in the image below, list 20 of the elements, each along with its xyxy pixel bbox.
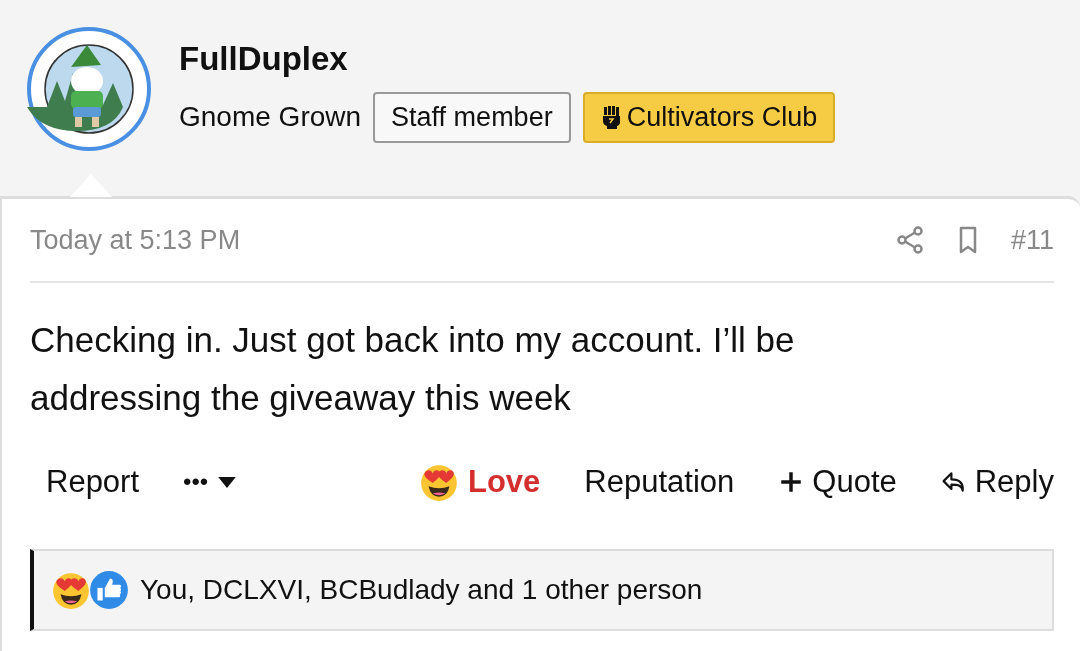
user-title: Gnome Grown [179,101,362,133]
username[interactable]: FullDuplex [179,39,836,78]
user-banner: Cultivators Club [582,91,836,143]
thumbs-up-icon [88,569,130,611]
user-banner: Staff member [373,91,571,143]
reply-icon [940,469,967,495]
reactions-bar[interactable]: You, DCLXVI, BCBudlady and 1 other person [30,549,1054,631]
report-link[interactable]: Report [46,464,140,500]
reputation-link[interactable]: Reputation [584,464,735,500]
caret-icon [218,476,237,488]
reply-link[interactable]: Reply [940,464,1054,500]
more-menu[interactable]: ••• [183,468,237,496]
post-text: Checking in. Just got back into my account. I’ll be addressing the giveaway this week [30,319,796,419]
reactions-summary[interactable]: You, DCLXVI, BCBudlady and 1 other person [140,574,703,606]
post-number[interactable]: #11 [1010,224,1054,256]
quote-link[interactable]: Quote [778,464,897,500]
fist-icon [600,105,621,129]
share-icon[interactable] [894,225,925,255]
love-reaction-button[interactable]: Love [417,461,541,503]
post-date[interactable]: Today at 5:13 PM [30,224,241,256]
